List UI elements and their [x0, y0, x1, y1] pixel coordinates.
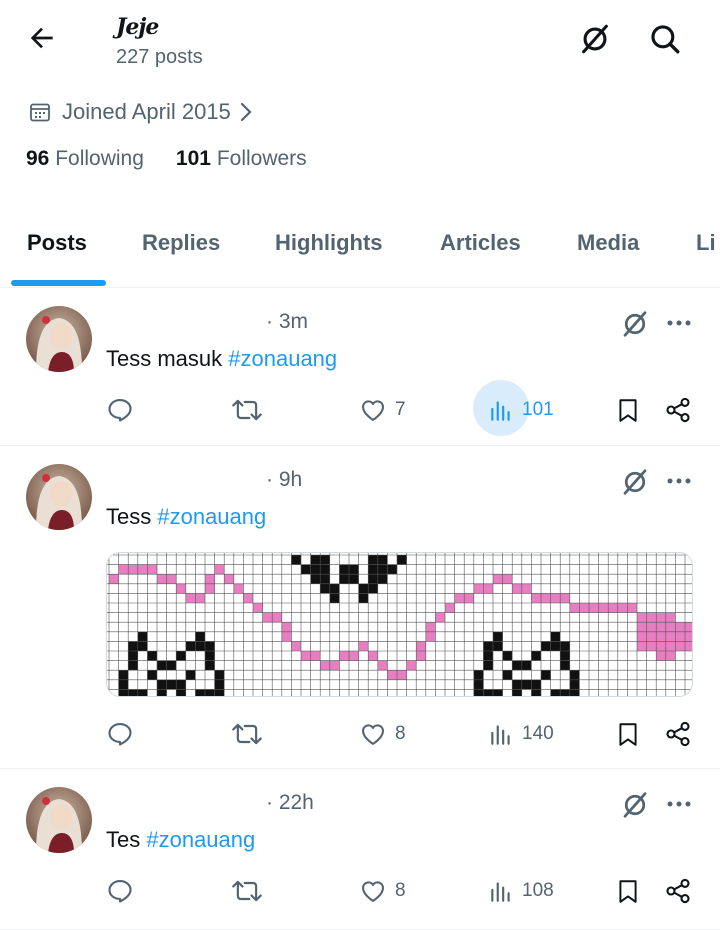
- post-text: Tess #zonauang: [106, 504, 267, 529]
- hashtag-link[interactable]: #zonauang: [146, 827, 255, 852]
- reply-icon: [108, 880, 132, 903]
- reply-icon: [108, 723, 132, 746]
- post-time: · 22h: [266, 791, 314, 814]
- followers-link[interactable]: 101 Followers: [176, 147, 307, 171]
- grok-icon[interactable]: [620, 309, 650, 339]
- profile-header: Jeje 227 posts: [0, 0, 720, 80]
- bookmark-button[interactable]: [615, 871, 641, 911]
- chevron-right-icon: [240, 102, 252, 122]
- post-media-image[interactable]: [106, 552, 693, 697]
- post-time: · 3m: [266, 310, 308, 333]
- like-count: 8: [395, 880, 406, 901]
- more-icon[interactable]: [665, 471, 693, 491]
- like-button[interactable]: 8: [359, 714, 406, 754]
- views-count: 108: [522, 880, 554, 901]
- following-link[interactable]: 96 Following: [26, 147, 144, 171]
- post-text: Tes #zonauang: [106, 827, 256, 852]
- post-time: · 9h: [266, 468, 303, 491]
- post-text: Tess masuk #zonauang: [106, 346, 338, 371]
- bookmark-icon: [619, 723, 637, 746]
- calendar-icon: [30, 103, 50, 122]
- like-count: 8: [395, 723, 406, 744]
- profile-tabs: Posts Replies Highlights Articles Media …: [0, 222, 720, 288]
- share-icon: [666, 878, 690, 904]
- more-icon[interactable]: [665, 794, 693, 814]
- back-arrow-icon[interactable]: [26, 22, 58, 54]
- like-button[interactable]: 7: [359, 390, 406, 430]
- like-button[interactable]: 8: [359, 871, 406, 911]
- views-button[interactable]: 108: [488, 871, 554, 911]
- share-icon: [666, 721, 690, 747]
- bookmark-button[interactable]: [615, 714, 641, 754]
- reply-button[interactable]: [106, 390, 134, 430]
- tab-highlights[interactable]: Highlights: [275, 230, 383, 256]
- like-icon: [362, 724, 384, 745]
- share-button[interactable]: [664, 714, 692, 754]
- views-count: 101: [522, 399, 554, 420]
- avatar[interactable]: [26, 306, 92, 372]
- profile-name: Jeje: [116, 14, 159, 40]
- views-button[interactable]: 101: [488, 390, 554, 430]
- post-actions: 8 140: [0, 714, 720, 754]
- hashtag-link[interactable]: #zonauang: [228, 346, 337, 371]
- joined-label: Joined April 2015: [62, 99, 231, 124]
- post-item[interactable]: · 22h Tes #zonauang 8 108: [0, 769, 720, 930]
- views-icon: [491, 882, 510, 902]
- bookmark-icon: [619, 880, 637, 903]
- tab-posts[interactable]: Posts: [27, 230, 87, 256]
- like-count: 7: [395, 399, 406, 420]
- like-icon: [362, 400, 384, 421]
- repost-button[interactable]: [231, 871, 263, 911]
- post-actions: 8 108: [0, 871, 720, 911]
- pixel-art-image: [107, 553, 692, 696]
- search-icon[interactable]: [648, 22, 682, 56]
- repost-button[interactable]: [231, 714, 263, 754]
- reply-button[interactable]: [106, 714, 134, 754]
- reply-icon: [108, 399, 132, 422]
- post-item[interactable]: · 3m Tess masuk #zonauang 7 101: [0, 288, 720, 446]
- bookmark-button[interactable]: [615, 390, 641, 430]
- grok-icon[interactable]: [620, 790, 650, 820]
- tab-articles[interactable]: Articles: [440, 230, 521, 256]
- like-icon: [362, 881, 384, 902]
- share-button[interactable]: [664, 871, 692, 911]
- tab-replies[interactable]: Replies: [142, 230, 220, 256]
- repost-icon: [232, 399, 262, 421]
- grok-icon[interactable]: [578, 22, 612, 56]
- grok-icon[interactable]: [620, 467, 650, 497]
- more-icon[interactable]: [665, 313, 693, 333]
- joined-date[interactable]: Joined April 2015: [28, 96, 263, 128]
- avatar[interactable]: [26, 464, 92, 530]
- repost-icon: [232, 723, 262, 745]
- active-tab-indicator: [11, 280, 106, 286]
- share-icon: [666, 397, 690, 423]
- views-button[interactable]: 140: [488, 714, 554, 754]
- views-count: 140: [522, 723, 554, 744]
- share-button[interactable]: [664, 390, 692, 430]
- posts-count: 227 posts: [116, 46, 203, 68]
- hashtag-link[interactable]: #zonauang: [157, 504, 266, 529]
- tab-likes[interactable]: Li: [696, 230, 716, 256]
- reply-button[interactable]: [106, 871, 134, 911]
- repost-icon: [232, 880, 262, 902]
- avatar[interactable]: [26, 787, 92, 853]
- follow-stats: 96 Following 101 Followers: [26, 147, 307, 171]
- bookmark-icon: [619, 399, 637, 422]
- post-actions: 7 101: [0, 380, 720, 436]
- views-icon: [491, 725, 510, 745]
- views-icon: [491, 401, 510, 421]
- repost-button[interactable]: [231, 390, 263, 430]
- tab-media[interactable]: Media: [577, 230, 639, 256]
